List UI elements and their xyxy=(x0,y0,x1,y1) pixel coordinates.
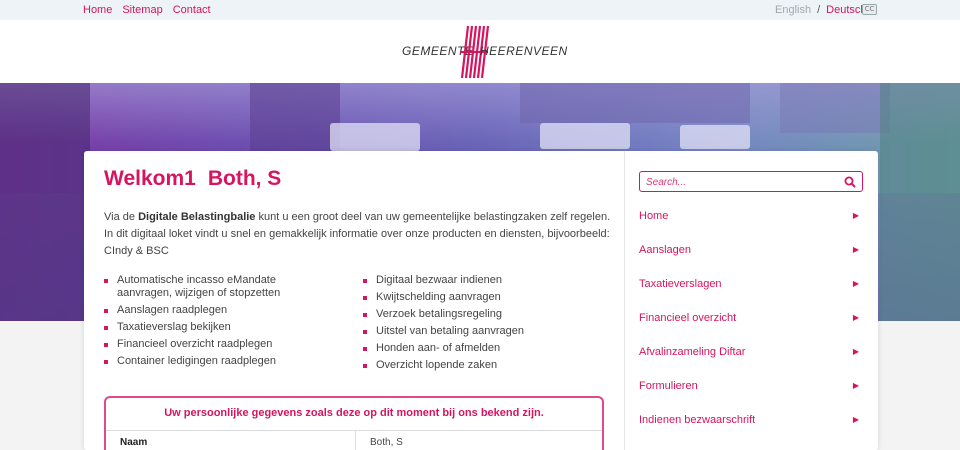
search-box xyxy=(639,171,863,192)
intro-line-2: In dit digitaal loket vindt u snel en ge… xyxy=(104,228,610,240)
list-item: Aanslagen raadplegen xyxy=(104,304,334,317)
intro-service-name: Digitale Belastingbalie xyxy=(138,211,256,223)
chevron-right-icon: ▶ xyxy=(852,313,859,322)
info-value-naam: Both, S xyxy=(370,437,403,448)
page-title-welcome: Welkom1 xyxy=(104,167,196,190)
sidebar-item-label: Aanslagen xyxy=(639,244,691,256)
top-nav-home-link[interactable]: Home xyxy=(83,4,112,16)
intro-prefix: Via de xyxy=(104,211,135,223)
intro-line-3: CIndy & BSC xyxy=(104,245,169,257)
hero-boat xyxy=(680,125,750,149)
list-item: Verzoek betalingsregeling xyxy=(363,308,593,321)
list-item: Honden aan- of afmelden xyxy=(363,342,593,355)
services-list-left: Automatische incasso eMandate aanvragen,… xyxy=(104,274,334,372)
sidebar-item-formulieren[interactable]: Formulieren ▶ xyxy=(639,369,863,403)
list-item: Container ledigingen raadplegen xyxy=(104,355,334,368)
hero-tree xyxy=(0,83,90,321)
hero-building xyxy=(250,83,340,153)
hero-boat xyxy=(540,123,630,149)
main-card: Welkom1 Both, S Via de Digitale Belastin… xyxy=(84,151,878,450)
list-item: Kwijtschelding aanvragen xyxy=(363,291,593,304)
hero-boat xyxy=(330,123,420,151)
list-item: Uitstel van betaling aanvragen xyxy=(363,325,593,338)
card-divider xyxy=(624,151,625,450)
chevron-right-icon: ▶ xyxy=(852,415,859,424)
hero-tree xyxy=(880,83,960,321)
language-separator: / xyxy=(817,4,821,16)
list-item: Overzicht lopende zaken xyxy=(363,359,593,372)
hero-building xyxy=(780,83,890,133)
services-list-right: Digitaal bezwaar indienen Kwijtschelding… xyxy=(363,274,593,376)
personal-info-heading: Uw persoonlijke gegevens zoals deze op d… xyxy=(106,398,602,431)
sidebar-item-home[interactable]: Home ▶ xyxy=(639,199,863,233)
list-item: Financieel overzicht raadplegen xyxy=(104,338,334,351)
municipality-logo[interactable]: GEMEENTE HEERENVEEN xyxy=(402,24,567,80)
language-english-link[interactable]: English xyxy=(775,4,811,16)
info-cell-divider xyxy=(355,431,356,450)
sidebar-item-label: Home xyxy=(639,210,669,222)
list-item: Taxatieverslag bekijken xyxy=(104,321,334,334)
sidebar-item-taxatieverslagen[interactable]: Taxatieverslagen ▶ xyxy=(639,267,863,301)
info-key-naam: Naam xyxy=(120,437,148,448)
hero-building xyxy=(520,83,750,123)
sidebar-item-label: Afvalinzameling Diftar xyxy=(639,346,746,358)
intro-text: Via de Digitale Belastingbalie kunt u ee… xyxy=(104,209,610,260)
sidebar-item-label: Indienen bezwaarschrift xyxy=(639,414,756,426)
sidebar-item-indienen-bezwaarschrift[interactable]: Indienen bezwaarschrift ▶ xyxy=(639,403,863,437)
chevron-right-icon: ▶ xyxy=(852,211,859,220)
chevron-right-icon: ▶ xyxy=(852,347,859,356)
sidebar-item-aanslagen[interactable]: Aanslagen ▶ xyxy=(639,233,863,267)
search-input[interactable] xyxy=(646,175,836,189)
intro-suffix: kunt u een groot deel van uw gemeentelij… xyxy=(258,211,611,223)
top-nav: Home Sitemap Contact xyxy=(83,4,211,16)
logo-word-heerenveen: HEERENVEEN xyxy=(480,44,568,58)
language-switcher: English / Deutsch xyxy=(775,4,867,16)
chevron-right-icon: ▶ xyxy=(852,381,859,390)
list-item: Digitaal bezwaar indienen xyxy=(363,274,593,287)
language-deutsch-link[interactable]: Deutsch xyxy=(826,4,866,16)
site-header: GEMEENTE HEERENVEEN xyxy=(0,20,960,83)
chevron-right-icon: ▶ xyxy=(852,245,859,254)
chevron-right-icon: ▶ xyxy=(852,279,859,288)
top-utility-bar: Home Sitemap Contact English / Deutsch C… xyxy=(0,0,960,20)
sidebar-item-afvalinzameling-diftar[interactable]: Afvalinzameling Diftar ▶ xyxy=(639,335,863,369)
sidebar-item-label: Formulieren xyxy=(639,380,698,392)
search-icon[interactable] xyxy=(844,176,856,188)
sidebar-item-label: Financieel overzicht xyxy=(639,312,737,324)
sidebar-item-label: Taxatieverslagen xyxy=(639,278,722,290)
table-row: Naam Both, S xyxy=(106,431,602,450)
personal-info-box: Uw persoonlijke gegevens zoals deze op d… xyxy=(104,396,604,450)
sidebar-menu: Home ▶ Aanslagen ▶ Taxatieverslagen ▶ Finan… xyxy=(639,199,863,437)
list-item: Automatische incasso eMandate aanvragen,… xyxy=(104,274,334,300)
page-title-username: Both, S xyxy=(207,167,282,190)
top-nav-sitemap-link[interactable]: Sitemap xyxy=(122,4,162,16)
top-nav-contact-link[interactable]: Contact xyxy=(173,4,211,16)
page-title: Welkom1 Both, S xyxy=(104,167,281,191)
sidebar-item-financieel-overzicht[interactable]: Financieel overzicht ▶ xyxy=(639,301,863,335)
cc-icon[interactable]: CC xyxy=(862,4,877,15)
